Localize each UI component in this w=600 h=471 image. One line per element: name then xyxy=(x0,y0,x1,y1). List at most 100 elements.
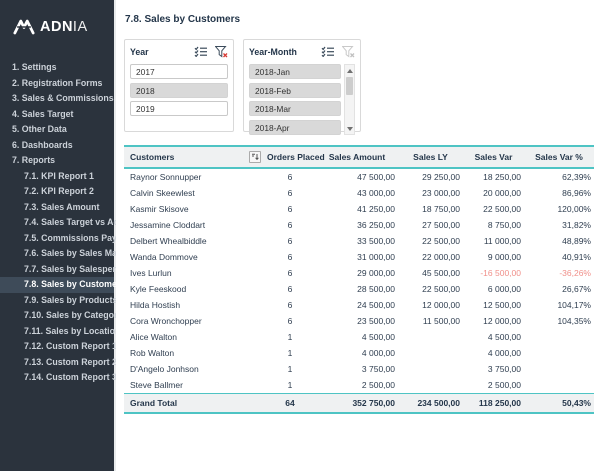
column-header[interactable]: Sales Amount xyxy=(316,146,398,168)
sidebar-item[interactable]: 7.1. KPI Report 1 xyxy=(0,169,114,185)
sidebar-item[interactable]: 7.3. Sales Amount xyxy=(0,200,114,216)
multi-select-icon[interactable] xyxy=(321,46,335,57)
value-cell: 23 000,00 xyxy=(398,185,463,201)
slicer-year: Year 201720182019 xyxy=(124,39,234,132)
value-cell: 12 000,00 xyxy=(463,313,524,329)
table-row: D'Angelo Jonhson13 750,003 750,00 xyxy=(124,361,594,377)
grand-total-value: 234 500,00 xyxy=(398,394,463,414)
customer-name-cell: Raynor Sonnupper xyxy=(124,168,264,185)
clear-filter-icon[interactable] xyxy=(215,46,228,58)
sidebar-item[interactable]: 7.2. KPI Report 2 xyxy=(0,184,114,200)
brand-name-bold: ADN xyxy=(40,19,73,35)
table-row: Hilda Hostish624 500,0012 000,0012 500,0… xyxy=(124,297,594,313)
column-header[interactable]: Customers xyxy=(124,146,264,168)
sidebar-item[interactable]: 7.10. Sales by Category xyxy=(0,308,114,324)
value-cell: 40,91% xyxy=(524,249,594,265)
customer-name-cell: Delbert Whealbiddle xyxy=(124,233,264,249)
value-cell: 6 xyxy=(264,313,316,329)
sidebar-item[interactable]: 3. Sales & Commissions xyxy=(0,91,114,107)
sidebar-item[interactable]: 7.4. Sales Target vs Actual xyxy=(0,215,114,231)
value-cell: 29 250,00 xyxy=(398,168,463,185)
value-cell: 24 500,00 xyxy=(316,297,398,313)
column-header[interactable]: Sales Var % xyxy=(524,146,594,168)
value-cell: 48,89% xyxy=(524,233,594,249)
column-header[interactable]: Sales Var xyxy=(463,146,524,168)
value-cell: 43 000,00 xyxy=(316,185,398,201)
slicer-item[interactable]: 2018-Jan xyxy=(249,64,341,79)
value-cell: 6 xyxy=(264,297,316,313)
customer-name-cell: Kyle Feeskood xyxy=(124,281,264,297)
customer-name-cell: Kasmir Skisove xyxy=(124,201,264,217)
customer-name-cell: Steve Ballmer xyxy=(124,377,264,394)
customer-name-cell: Hilda Hostish xyxy=(124,297,264,313)
sort-filter-button[interactable] xyxy=(249,151,261,163)
value-cell: 12 500,00 xyxy=(463,297,524,313)
value-cell: 29 000,00 xyxy=(316,265,398,281)
value-cell: 6 xyxy=(264,168,316,185)
scrollbar-thumb[interactable] xyxy=(346,77,353,95)
slicer-item[interactable]: 2018 xyxy=(130,83,228,98)
value-cell: 6 000,00 xyxy=(463,281,524,297)
grand-total-value: 50,43% xyxy=(524,394,594,414)
brand-name: ADNIA xyxy=(40,19,88,35)
column-header-label: Customers xyxy=(130,152,174,162)
sidebar-item[interactable]: 4. Sales Target xyxy=(0,107,114,123)
sidebar-item[interactable]: 6. Dashboards xyxy=(0,138,114,154)
multi-select-icon[interactable] xyxy=(194,46,208,57)
slicer-item[interactable]: 2019 xyxy=(130,101,228,116)
slicer-item[interactable]: 2018-Mar xyxy=(249,101,341,116)
sidebar-item[interactable]: 5. Other Data xyxy=(0,122,114,138)
value-cell: 6 xyxy=(264,233,316,249)
sidebar-item[interactable]: 7. Reports xyxy=(0,153,114,169)
sidebar-item[interactable]: 7.8. Sales by Customers xyxy=(0,277,114,293)
sidebar-item[interactable]: 7.6. Sales by Sales Manager xyxy=(0,246,114,262)
sidebar-item[interactable]: 7.12. Custom Report 1 xyxy=(0,339,114,355)
adnia-logo-icon xyxy=(13,19,35,35)
table-row: Kasmir Skisove641 250,0018 750,0022 500,… xyxy=(124,201,594,217)
value-cell: 47 500,00 xyxy=(316,168,398,185)
customer-name-cell: Rob Walton xyxy=(124,345,264,361)
customer-name-cell: Calvin Skeewlest xyxy=(124,185,264,201)
scroll-down-icon[interactable] xyxy=(345,123,354,134)
app-window: ADNIA 1. Settings2. Registration Forms3.… xyxy=(0,0,600,471)
table-row: Steve Ballmer12 500,002 500,00 xyxy=(124,377,594,394)
grand-total-value: 352 750,00 xyxy=(316,394,398,414)
main-content: 7.8. Sales by Customers Year 20172018201… xyxy=(116,0,600,471)
value-cell: 3 750,00 xyxy=(316,361,398,377)
value-cell: 22 000,00 xyxy=(398,249,463,265)
value-cell: 23 500,00 xyxy=(316,313,398,329)
value-cell xyxy=(398,329,463,345)
scroll-up-icon[interactable] xyxy=(345,65,354,76)
sidebar-item[interactable]: 7.11. Sales by Location xyxy=(0,324,114,340)
slicer-item[interactable]: 2018-Apr xyxy=(249,120,341,135)
value-cell: 22 500,00 xyxy=(398,233,463,249)
page-title: 7.8. Sales by Customers xyxy=(125,14,594,25)
scrollbar-track[interactable] xyxy=(345,76,354,123)
sidebar-item[interactable]: 7.5. Commissions Payable xyxy=(0,231,114,247)
table-row: Delbert Whealbiddle633 500,0022 500,0011… xyxy=(124,233,594,249)
sidebar-item[interactable]: 1. Settings xyxy=(0,60,114,76)
table-row: Kyle Feeskood628 500,0022 500,006 000,00… xyxy=(124,281,594,297)
value-cell: 6 xyxy=(264,217,316,233)
value-cell: 41 250,00 xyxy=(316,201,398,217)
slicer-row: Year 201720182019Year-Month 2018-Jan2018… xyxy=(124,39,594,132)
sidebar-item[interactable]: 2. Registration Forms xyxy=(0,76,114,92)
value-cell: 9 000,00 xyxy=(463,249,524,265)
sidebar-item[interactable]: 7.7. Sales by Salesperson xyxy=(0,262,114,278)
value-cell xyxy=(524,377,594,394)
slicer-item[interactable]: 2017 xyxy=(130,64,228,79)
slicer-scrollbar[interactable] xyxy=(344,64,355,135)
slicer-item[interactable]: 2018-Feb xyxy=(249,83,341,98)
value-cell: 27 500,00 xyxy=(398,217,463,233)
sidebar-item[interactable]: 7.9. Sales by Products xyxy=(0,293,114,309)
grand-total-label: Grand Total xyxy=(124,394,264,414)
value-cell: 1 xyxy=(264,361,316,377)
clear-filter-icon[interactable] xyxy=(342,46,355,58)
column-header[interactable]: Sales LY xyxy=(398,146,463,168)
sidebar-item[interactable]: 7.13. Custom Report 2 xyxy=(0,355,114,371)
value-cell: -16 500,00 xyxy=(463,265,524,281)
value-cell: 1 xyxy=(264,345,316,361)
column-header[interactable]: Orders Placed xyxy=(264,146,316,168)
sidebar-item[interactable]: 7.14. Custom Report 3 xyxy=(0,370,114,386)
table-row: Wanda Dommove631 000,0022 000,009 000,00… xyxy=(124,249,594,265)
